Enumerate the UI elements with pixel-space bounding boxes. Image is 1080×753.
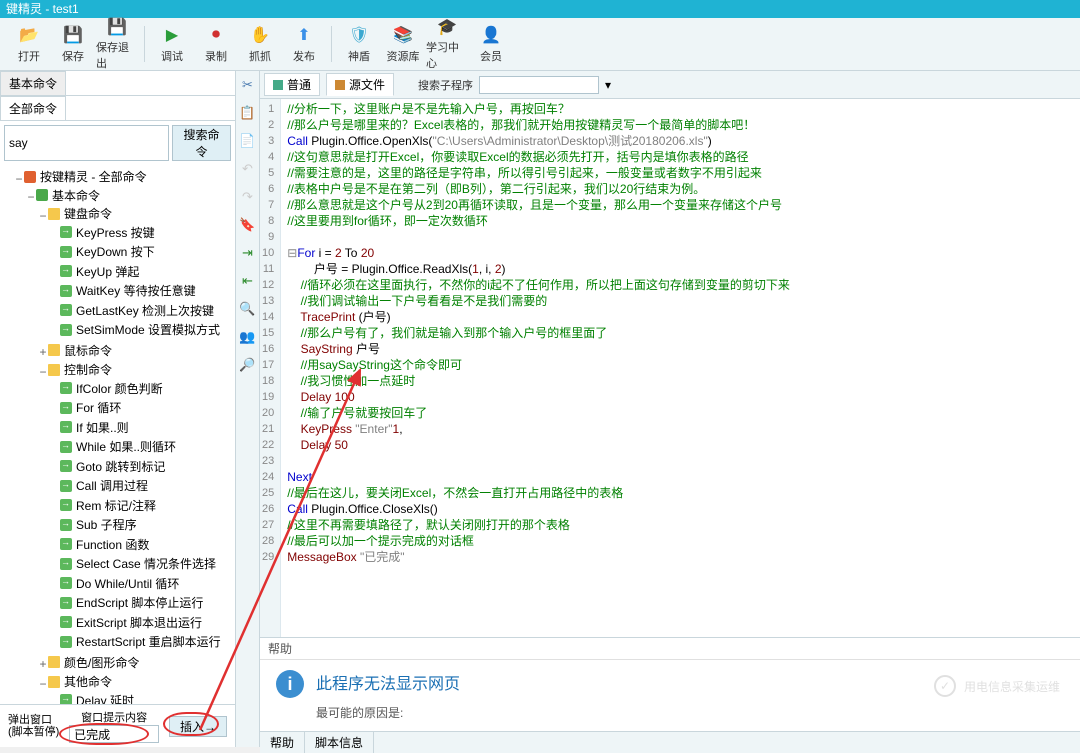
cmd-item[interactable]: Delay 延时 — [60, 692, 134, 705]
help-tab-label: 帮助 — [260, 638, 1080, 660]
toolbar-icon: 💾 — [106, 17, 128, 37]
midtool-btn-1[interactable]: 📋 — [240, 105, 256, 121]
toolbar-调试[interactable]: ▶ 调试 — [151, 22, 193, 66]
toolbar-icon: 💾 — [62, 24, 84, 46]
toolbar-icon: 🎓 — [436, 17, 458, 37]
toolbar-label: 神盾 — [348, 48, 370, 64]
tab-normal-view[interactable]: 普通 — [264, 73, 320, 96]
toolbar-label: 打开 — [18, 48, 40, 64]
cmd-item[interactable]: If 如果..则 — [60, 419, 129, 436]
command-panel: 基本命令 全部命令 搜索命令 −按键精灵 - 全部命令 −基本命令 −键盘命令K… — [0, 71, 236, 747]
tree-root[interactable]: 按键精灵 - 全部命令 — [24, 168, 147, 185]
cmd-item[interactable]: KeyDown 按下 — [60, 243, 155, 260]
cmd-item[interactable]: Do While/Until 循环 — [60, 575, 179, 592]
toolbar-录制[interactable]: ⏺ 录制 — [195, 22, 237, 66]
toolbar-会员[interactable]: 👤 会员 — [470, 22, 512, 66]
toolbar-抓抓[interactable]: ✋ 抓抓 — [239, 22, 281, 66]
main-toolbar: 📂打开💾保存💾保存退出▶调试⏺录制✋抓抓⬆发布🛡神盾📚资源库🎓学习中心👤会员 — [0, 18, 1080, 71]
cmd-item[interactable]: Rem 标记/注释 — [60, 497, 156, 514]
group-other[interactable]: 其他命令 — [48, 673, 112, 690]
group-mouse[interactable]: 鼠标命令 — [48, 342, 112, 359]
cmd-item[interactable]: Call 调用过程 — [60, 477, 148, 494]
cmd-item[interactable]: Select Case 情况条件选择 — [60, 555, 216, 572]
cmd-item[interactable]: GetLastKey 检测上次按键 — [60, 302, 214, 319]
cmd-item[interactable]: EndScript 脚本停止运行 — [60, 594, 203, 611]
tab-source-view[interactable]: 源文件 — [326, 73, 394, 96]
toolbar-label: 录制 — [205, 48, 227, 64]
mid-toolbar: ✂ 📋 📄 ↶ ↷ 🔖 ⇥ ⇤ 🔍 👥 🔎 — [236, 71, 260, 747]
toolbar-label: 学习中心 — [426, 39, 468, 71]
midtool-btn-2[interactable]: 📄 — [240, 133, 256, 149]
cmd-item[interactable]: RestartScript 重启脚本运行 — [60, 633, 221, 650]
group-keyboard[interactable]: 键盘命令 — [48, 205, 112, 222]
toolbar-label: 资源库 — [387, 48, 420, 64]
popup-label: 弹出窗口 (脚本暂停) — [8, 714, 59, 738]
help-panel: 帮助 i 此程序无法显示网页 最可能的原因是: 帮助 脚本信息 ✓用电信息采集运… — [260, 637, 1080, 747]
search-button[interactable]: 搜索命令 — [172, 125, 231, 161]
toolbar-发布[interactable]: ⬆ 发布 — [283, 22, 325, 66]
tree-basic[interactable]: 基本命令 — [36, 187, 100, 204]
cmd-item[interactable]: Sub 子程序 — [60, 516, 137, 533]
bottom-tab-help[interactable]: 帮助 — [260, 732, 305, 753]
cmd-item[interactable]: SetSimMode 设置模拟方式 — [60, 321, 220, 338]
toolbar-神盾[interactable]: 🛡 神盾 — [338, 22, 380, 66]
find-sub-label: 搜索子程序 — [418, 77, 473, 93]
tab-basic-commands[interactable]: 基本命令 — [0, 71, 66, 95]
tab-all-commands[interactable]: 全部命令 — [0, 96, 66, 120]
cmd-item[interactable]: KeyUp 弹起 — [60, 263, 139, 280]
bottom-tab-scriptinfo[interactable]: 脚本信息 — [305, 732, 374, 753]
toolbar-icon: 👤 — [480, 24, 502, 46]
info-icon: i — [276, 670, 304, 698]
midtool-btn-10[interactable]: 🔎 — [240, 357, 256, 373]
message-content-input[interactable] — [69, 725, 159, 743]
toolbar-icon: 📚 — [392, 24, 414, 46]
window-title: 键精灵 - test1 — [0, 0, 1080, 18]
toolbar-icon: 🛡 — [348, 24, 370, 46]
toolbar-label: 发布 — [293, 48, 315, 64]
toolbar-保存退出[interactable]: 💾保存退出 — [96, 22, 138, 66]
toolbar-label: 会员 — [480, 48, 502, 64]
toolbar-label: 抓抓 — [249, 48, 271, 64]
midtool-btn-0[interactable]: ✂ — [240, 77, 256, 93]
group-control[interactable]: 控制命令 — [48, 361, 112, 378]
toolbar-icon: ✋ — [249, 24, 271, 46]
toolbar-label: 调试 — [161, 48, 183, 64]
code-editor[interactable]: 1234567891011121314151617181920212223242… — [260, 99, 1080, 637]
cmd-item[interactable]: For 循环 — [60, 399, 121, 416]
find-sub-input[interactable] — [479, 76, 599, 94]
midtool-btn-6[interactable]: ⇥ — [240, 245, 256, 261]
command-tree[interactable]: −按键精灵 - 全部命令 −基本命令 −键盘命令KeyPress 按键KeyDo… — [0, 165, 235, 704]
insert-bar: 弹出窗口 (脚本暂停) 窗口提示内容 插入→ — [0, 704, 235, 747]
cmd-item[interactable]: WaitKey 等待按任意键 — [60, 282, 196, 299]
toolbar-icon: ⏺ — [205, 24, 227, 46]
toolbar-label: 保存 — [62, 48, 84, 64]
midtool-btn-4[interactable]: ↷ — [240, 189, 256, 205]
toolbar-label: 保存退出 — [96, 39, 138, 71]
cmd-item[interactable]: While 如果..则循环 — [60, 438, 176, 455]
toolbar-学习中心[interactable]: 🎓学习中心 — [426, 22, 468, 66]
toolbar-保存[interactable]: 💾 保存 — [52, 22, 94, 66]
group-color[interactable]: 颜色/图形命令 — [48, 654, 139, 671]
midtool-btn-7[interactable]: ⇤ — [240, 273, 256, 289]
insert-button[interactable]: 插入→ — [169, 716, 227, 737]
content-label: 窗口提示内容 — [81, 712, 147, 724]
toolbar-资源库[interactable]: 📚 资源库 — [382, 22, 424, 66]
help-subtitle: 最可能的原因是: — [316, 704, 460, 721]
toolbar-icon: 📂 — [18, 24, 40, 46]
command-search-input[interactable] — [4, 125, 169, 161]
midtool-btn-9[interactable]: 👥 — [240, 329, 256, 345]
cmd-item[interactable]: IfColor 颜色判断 — [60, 380, 163, 397]
cmd-item[interactable]: Function 函数 — [60, 536, 149, 553]
midtool-btn-5[interactable]: 🔖 — [240, 217, 256, 233]
midtool-btn-3[interactable]: ↶ — [240, 161, 256, 177]
toolbar-icon: ⬆ — [293, 24, 315, 46]
toolbar-icon: ▶ — [161, 24, 183, 46]
find-dropdown-icon[interactable]: ▾ — [605, 78, 611, 92]
toolbar-打开[interactable]: 📂 打开 — [8, 22, 50, 66]
cmd-item[interactable]: Goto 跳转到标记 — [60, 458, 165, 475]
cmd-item[interactable]: KeyPress 按键 — [60, 224, 155, 241]
cmd-item[interactable]: ExitScript 脚本退出运行 — [60, 614, 202, 631]
midtool-btn-8[interactable]: 🔍 — [240, 301, 256, 317]
help-title: 此程序无法显示网页 — [316, 670, 460, 694]
